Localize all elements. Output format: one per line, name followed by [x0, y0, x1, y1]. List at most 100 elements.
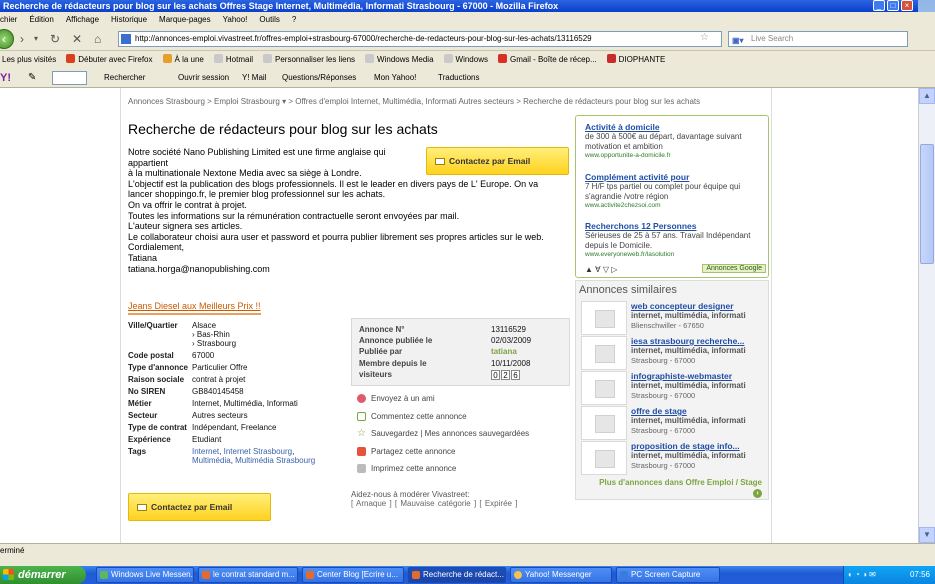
scroll-up-icon[interactable]: ▲	[919, 88, 935, 104]
page-margin	[0, 88, 120, 543]
history-dropdown-icon[interactable]: ▾	[34, 34, 38, 43]
tag-link[interactable]: Multimédia Strasbourg	[235, 456, 315, 465]
region-link[interactable]: Alsace	[192, 321, 236, 330]
pencil-icon[interactable]: ✎	[28, 68, 36, 88]
detail-row-contract: Type de contrat Indépendant, Freelance	[128, 423, 277, 432]
task-yahoo-messenger[interactable]: Yahoo! Messenger	[510, 567, 612, 583]
description-line: lancer shoppingo.fr, le premier blog pro…	[128, 189, 386, 200]
comment-link[interactable]: Commentez cette annonce	[357, 408, 529, 426]
yahoo-translate-button[interactable]: Traductions	[438, 68, 480, 88]
bookmark-diophante[interactable]: DIOPHANTE	[606, 51, 665, 68]
menu-tools[interactable]: Outils	[259, 12, 279, 27]
menu-help[interactable]: ?	[292, 12, 296, 27]
scroll-thumb[interactable]	[920, 144, 934, 264]
google-ads-badge[interactable]: Annonces Google	[702, 264, 766, 273]
menu-file[interactable]: chier	[0, 12, 17, 27]
bookmark-hotmail[interactable]: Hotmail	[213, 51, 253, 68]
page-scrollbar[interactable]: ▲ ▼	[918, 88, 935, 543]
yahoo-logo-icon[interactable]: Y!	[0, 68, 11, 88]
status-bar: erminé	[0, 543, 935, 566]
save-listing-link[interactable]: ☆ Sauvegardez | Mes annonces sauvegardées	[357, 425, 529, 443]
task-center-blog[interactable]: Center Blog [Ecrire u...	[302, 567, 404, 583]
promo-link[interactable]: Jeans Diesel aux Meilleurs Prix !!	[128, 301, 261, 311]
tray-icons[interactable]: ◐ ◔ ◑ ✉	[848, 566, 876, 584]
yahoo-login-button[interactable]: Ouvrir session	[178, 68, 229, 88]
tag-link[interactable]: Multimédia	[192, 456, 231, 465]
search-input[interactable]: ▣▾ Live Search	[728, 31, 908, 47]
similar-item[interactable]: proposition de stage info... internet, m…	[579, 441, 767, 475]
thumbnail-placeholder-icon[interactable]	[581, 301, 627, 335]
listing-details: Ville/Quartier Alsace › Bas-Rhin › Stras…	[128, 321, 343, 468]
status-text: erminé	[0, 546, 25, 555]
bookmark-getting-started[interactable]: Débuter avec Firefox	[66, 51, 153, 68]
bookmark-most-visited[interactable]: Les plus visités	[2, 51, 56, 68]
scroll-down-icon[interactable]: ▼	[919, 527, 935, 543]
home-icon[interactable]: ⌂	[94, 32, 101, 46]
task-messenger[interactable]: Windows Live Messen...	[96, 567, 194, 583]
contact-email-label: Contactez par Email	[151, 502, 233, 512]
capture-icon	[620, 571, 628, 579]
similar-item[interactable]: offre de stage internet, multimédia, inf…	[579, 406, 767, 440]
breadcrumb[interactable]: Annonces Strasbourg > Emploi Strasbourg …	[128, 97, 700, 106]
city-link[interactable]: › Strasbourg	[192, 339, 236, 348]
thumbnail-placeholder-icon[interactable]	[581, 441, 627, 475]
yahoo-search-combo[interactable]	[52, 71, 87, 85]
ad-item[interactable]: Recherchons 12 Personnes Sérieuses de 25…	[585, 221, 765, 258]
ad-item[interactable]: Complément activité pour 7 H/F tps parti…	[585, 172, 765, 209]
task-word-doc[interactable]: le contrat standard m...	[198, 567, 298, 583]
ad-item[interactable]: Activité à domicile de 300 à 500€ au dép…	[585, 122, 765, 159]
clock[interactable]: 07:56	[910, 566, 930, 584]
similar-item[interactable]: infographiste-webmaster internet, multim…	[579, 371, 767, 405]
more-listings-link[interactable]: Plus d'annonces dans Offre Emploi / Stag…	[592, 478, 762, 498]
forward-icon[interactable]: ›	[20, 32, 24, 46]
thumbnail-placeholder-icon[interactable]	[581, 406, 627, 440]
bookmark-customize[interactable]: Personnaliser les liens	[263, 51, 355, 68]
listing-content: Annonces Strasbourg > Emploi Strasbourg …	[120, 88, 772, 543]
yahoo-search-button[interactable]: Rechercher	[104, 68, 145, 88]
menu-edit[interactable]: Édition	[29, 12, 53, 27]
similar-item[interactable]: iesa strasbourg recherche... internet, m…	[579, 336, 767, 370]
print-link[interactable]: Imprimez cette annonce	[357, 460, 529, 478]
ads-nav-icons[interactable]: ▲ ∀ ▽ ▷	[585, 265, 617, 274]
listing-actions: Envoyez à un ami Commentez cette annonce…	[357, 390, 529, 478]
thumbnail-placeholder-icon[interactable]	[581, 336, 627, 370]
start-button[interactable]: démarrer	[0, 566, 86, 584]
task-current-page[interactable]: Recherche de rédact...	[408, 567, 506, 583]
detail-row-sector: Secteur Autres secteurs	[128, 411, 248, 420]
minimize-button[interactable]: _	[873, 0, 885, 11]
firefox-icon	[412, 571, 420, 579]
bookmark-windows-media[interactable]: Windows Media	[365, 51, 434, 68]
menu-history[interactable]: Historique	[111, 12, 147, 27]
bookmark-windows[interactable]: Windows	[443, 51, 488, 68]
yahoo-mail-button[interactable]: Y! Mail	[242, 68, 266, 88]
contact-email-button[interactable]: Contactez par Email	[426, 147, 569, 175]
task-screen-capture[interactable]: PC Screen Capture	[616, 567, 720, 583]
menu-yahoo[interactable]: Yahoo!	[223, 12, 248, 27]
stop-icon[interactable]: ✕	[72, 32, 82, 46]
url-field[interactable]: http://annonces-emploi.vivastreet.fr/off…	[118, 31, 722, 47]
contact-email-button-bottom[interactable]: Contactez par Email	[128, 493, 271, 521]
back-button[interactable]: ‹	[0, 29, 14, 49]
maximize-button[interactable]: □	[887, 0, 899, 11]
department-link[interactable]: › Bas-Rhin	[192, 330, 236, 339]
thumbnail-placeholder-icon[interactable]	[581, 371, 627, 405]
tag-link[interactable]: Internet	[192, 447, 219, 456]
bookmark-star-icon[interactable]: ☆	[700, 32, 709, 43]
tag-link[interactable]: Internet Strasbourg	[224, 447, 292, 456]
send-to-friend-link[interactable]: Envoyez à un ami	[357, 390, 529, 408]
page-title: Recherche de rédacteurs pour blog sur le…	[128, 121, 438, 137]
yahoo-answers-button[interactable]: Questions/Réponses	[282, 68, 356, 88]
similar-item[interactable]: web concepteur designer internet, multim…	[579, 301, 767, 335]
bookmark-news[interactable]: À la une	[162, 51, 204, 68]
my-yahoo-button[interactable]: Mon Yahoo!	[374, 68, 416, 88]
share-link[interactable]: Partagez cette annonce	[357, 443, 529, 461]
close-button[interactable]: ×	[901, 0, 913, 11]
menu-view[interactable]: Affichage	[66, 12, 99, 27]
bookmark-gmail[interactable]: Gmail - Boîte de récep...	[497, 51, 597, 68]
publisher-link[interactable]: tatiana	[491, 347, 517, 356]
menu-bookmarks[interactable]: Marque-pages	[159, 12, 211, 27]
contact-email-label: Contactez par Email	[449, 156, 531, 166]
moderation-links[interactable]: [ Arnaque ] [ Mauvaise catégorie ] [ Exp…	[351, 499, 517, 508]
search-engine-icon[interactable]: ▣▾	[732, 34, 744, 48]
reload-icon[interactable]: ↻	[50, 32, 60, 46]
